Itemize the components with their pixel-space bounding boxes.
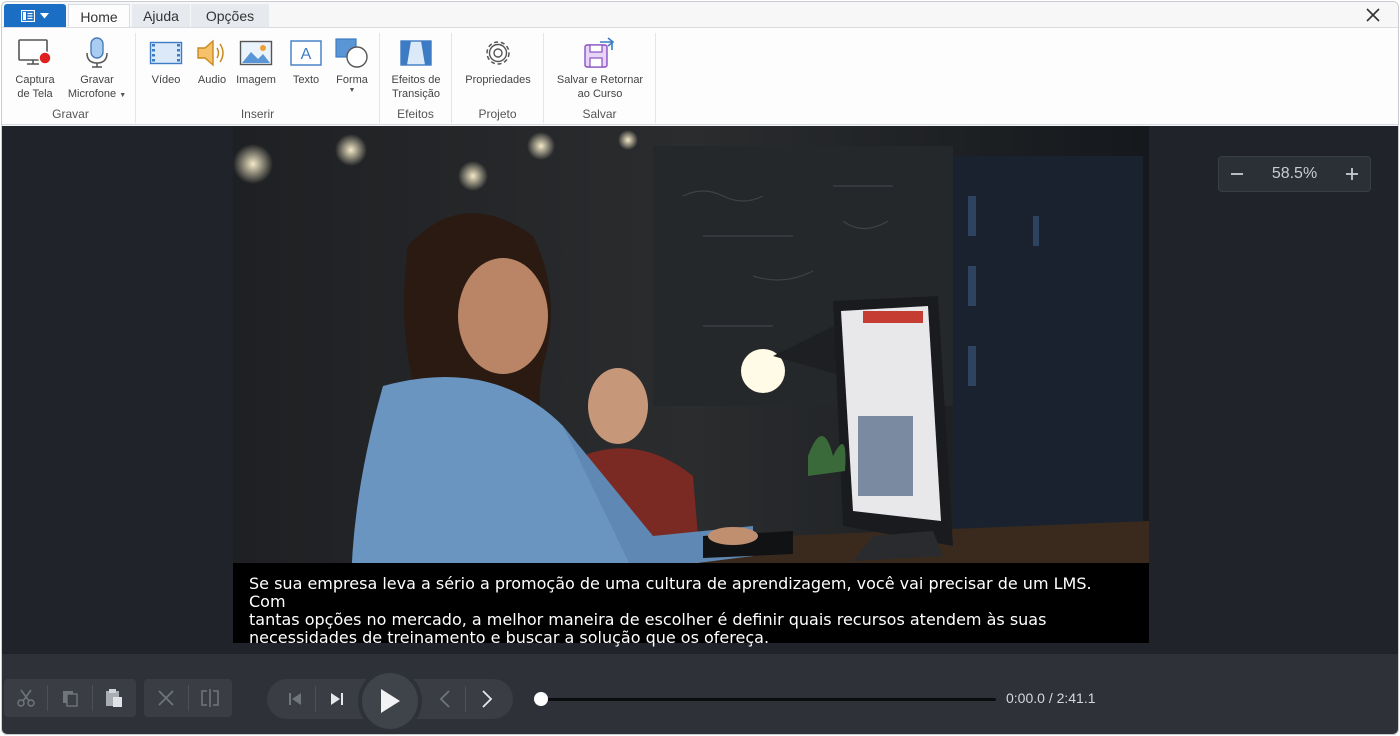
preview-stage: Se sua empresa leva a sério a promoção d… (2, 126, 1398, 654)
properties-label: Propriedades (465, 74, 531, 86)
caption-box[interactable]: Se sua empresa leva a sério a promoção d… (233, 563, 1149, 647)
paste-button[interactable] (93, 679, 136, 717)
group-inserir: Vídeo Audio Imagem A Texto Forma ▼ Inser… (136, 33, 380, 123)
transition-effects-button[interactable]: Efeitos de Transição (386, 33, 446, 101)
chevron-down-icon (40, 12, 49, 18)
group-label-gravar: Gravar (52, 107, 89, 121)
skip-end-icon (331, 693, 343, 705)
zoom-out-button[interactable] (1219, 157, 1255, 191)
insert-image-button[interactable]: Imagem (234, 33, 278, 87)
image-icon (239, 40, 273, 66)
copy-button[interactable] (48, 679, 91, 717)
record-microphone-button[interactable]: Gravar Microfone ▼ (64, 33, 130, 101)
playback-toolbar: 0:00.0 / 2:41.1 (2, 654, 1398, 734)
minus-icon (1231, 173, 1243, 175)
tab-home[interactable]: Home (68, 4, 130, 28)
chevron-right-icon (482, 690, 493, 708)
edit-tools (144, 679, 232, 717)
group-label-projeto: Projeto (478, 107, 517, 121)
go-to-end-button[interactable] (315, 680, 359, 718)
chevron-down-icon: ▼ (348, 87, 356, 94)
scissors-icon (16, 689, 35, 707)
group-label-efeitos: Efeitos (397, 107, 434, 121)
shape-icon (335, 38, 368, 68)
ribbon-tab-bar: Home Ajuda Opções (2, 2, 1398, 28)
close-icon (1366, 8, 1380, 22)
paste-icon (106, 689, 123, 707)
app-menu-button[interactable] (4, 4, 66, 27)
group-efeitos: Efeitos de Transição Efeitos (380, 33, 452, 123)
copy-icon (63, 691, 78, 707)
split-icon (201, 689, 220, 707)
svg-text:A: A (301, 46, 312, 63)
record-microphone-label-2-text: Microfone (67, 88, 117, 100)
zoom-control: 58.5% (1218, 156, 1371, 192)
speaker-icon (197, 39, 224, 67)
next-frame-button[interactable] (465, 680, 509, 718)
caption-line-3: necessidades de treinamento e buscar a s… (249, 628, 770, 647)
cut-button[interactable] (4, 679, 47, 717)
group-salvar: Salvar e Retornar ao Curso Salvar (544, 33, 656, 123)
progress-handle[interactable] (534, 692, 548, 706)
previous-frame-button[interactable] (423, 680, 467, 718)
group-label-inserir: Inserir (240, 107, 275, 121)
gear-icon (486, 41, 510, 65)
split-button[interactable] (188, 679, 232, 717)
microphone-icon (86, 37, 108, 68)
tab-opcoes[interactable]: Opções (191, 4, 269, 28)
play-button[interactable] (358, 669, 422, 733)
transition-icon (400, 40, 432, 66)
insert-shape-button[interactable]: Forma ▼ (330, 33, 374, 95)
insert-image-label: Imagem (236, 74, 276, 86)
insert-audio-button[interactable]: Audio (192, 33, 232, 87)
go-to-start-button[interactable] (273, 680, 317, 718)
save-and-return-label-1: Salvar e Retornar (556, 74, 644, 86)
screen-capture-button[interactable]: Captura de Tela (10, 33, 60, 101)
skip-start-icon (289, 693, 301, 705)
clipboard-tools (4, 679, 136, 717)
close-button[interactable] (1362, 4, 1384, 26)
insert-video-button[interactable]: Vídeo (146, 33, 186, 87)
caption-line-2: tantas opções no mercado, a melhor manei… (249, 610, 1047, 629)
tab-ajuda[interactable]: Ajuda (132, 4, 190, 28)
video-icon (149, 41, 183, 65)
editor-window: Home Ajuda Opções Captura de Tela Gravar… (1, 1, 1399, 735)
record-microphone-label-2: Microfone ▼ (68, 87, 126, 101)
group-label-salvar: Salvar (582, 107, 617, 121)
caption-line-1: Se sua empresa leva a sério a promoção d… (249, 574, 1092, 611)
group-gravar: Captura de Tela Gravar Microfone ▼ Grava… (6, 33, 136, 123)
play-icon (381, 689, 400, 713)
save-and-return-label-2: ao Curso (577, 88, 623, 100)
insert-shape-label: Forma (336, 74, 368, 86)
progress-track[interactable] (540, 698, 996, 701)
screen-capture-label-2: de Tela (17, 88, 53, 100)
delete-icon (158, 690, 174, 706)
chevron-down-icon: ▼ (119, 92, 127, 99)
record-microphone-label-1: Gravar (80, 74, 114, 86)
plus-icon (1346, 168, 1358, 180)
screen-record-icon (18, 39, 52, 65)
insert-video-label: Vídeo (151, 74, 181, 86)
screen-capture-label-1: Captura (15, 74, 55, 86)
delete-button[interactable] (144, 679, 188, 717)
menu-icon (21, 9, 35, 22)
insert-audio-label: Audio (197, 74, 227, 86)
chevron-left-icon (439, 690, 450, 708)
save-return-icon (584, 37, 615, 68)
transition-effects-label-2: Transição (392, 88, 440, 100)
properties-button[interactable]: Propriedades (458, 33, 538, 87)
text-box-icon: A (290, 40, 322, 66)
zoom-in-button[interactable] (1334, 157, 1370, 191)
timecode: 0:00.0 / 2:41.1 (1006, 690, 1096, 706)
zoom-level: 58.5% (1271, 165, 1318, 182)
transition-effects-label-1: Efeitos de (391, 74, 441, 86)
play-button-face (362, 673, 418, 729)
ribbon: Captura de Tela Gravar Microfone ▼ Grava… (2, 27, 1398, 125)
insert-text-label: Texto (292, 74, 320, 86)
insert-text-button[interactable]: A Texto (286, 33, 326, 87)
save-and-return-button[interactable]: Salvar e Retornar ao Curso (550, 33, 650, 101)
group-projeto: Propriedades Projeto (452, 33, 544, 123)
